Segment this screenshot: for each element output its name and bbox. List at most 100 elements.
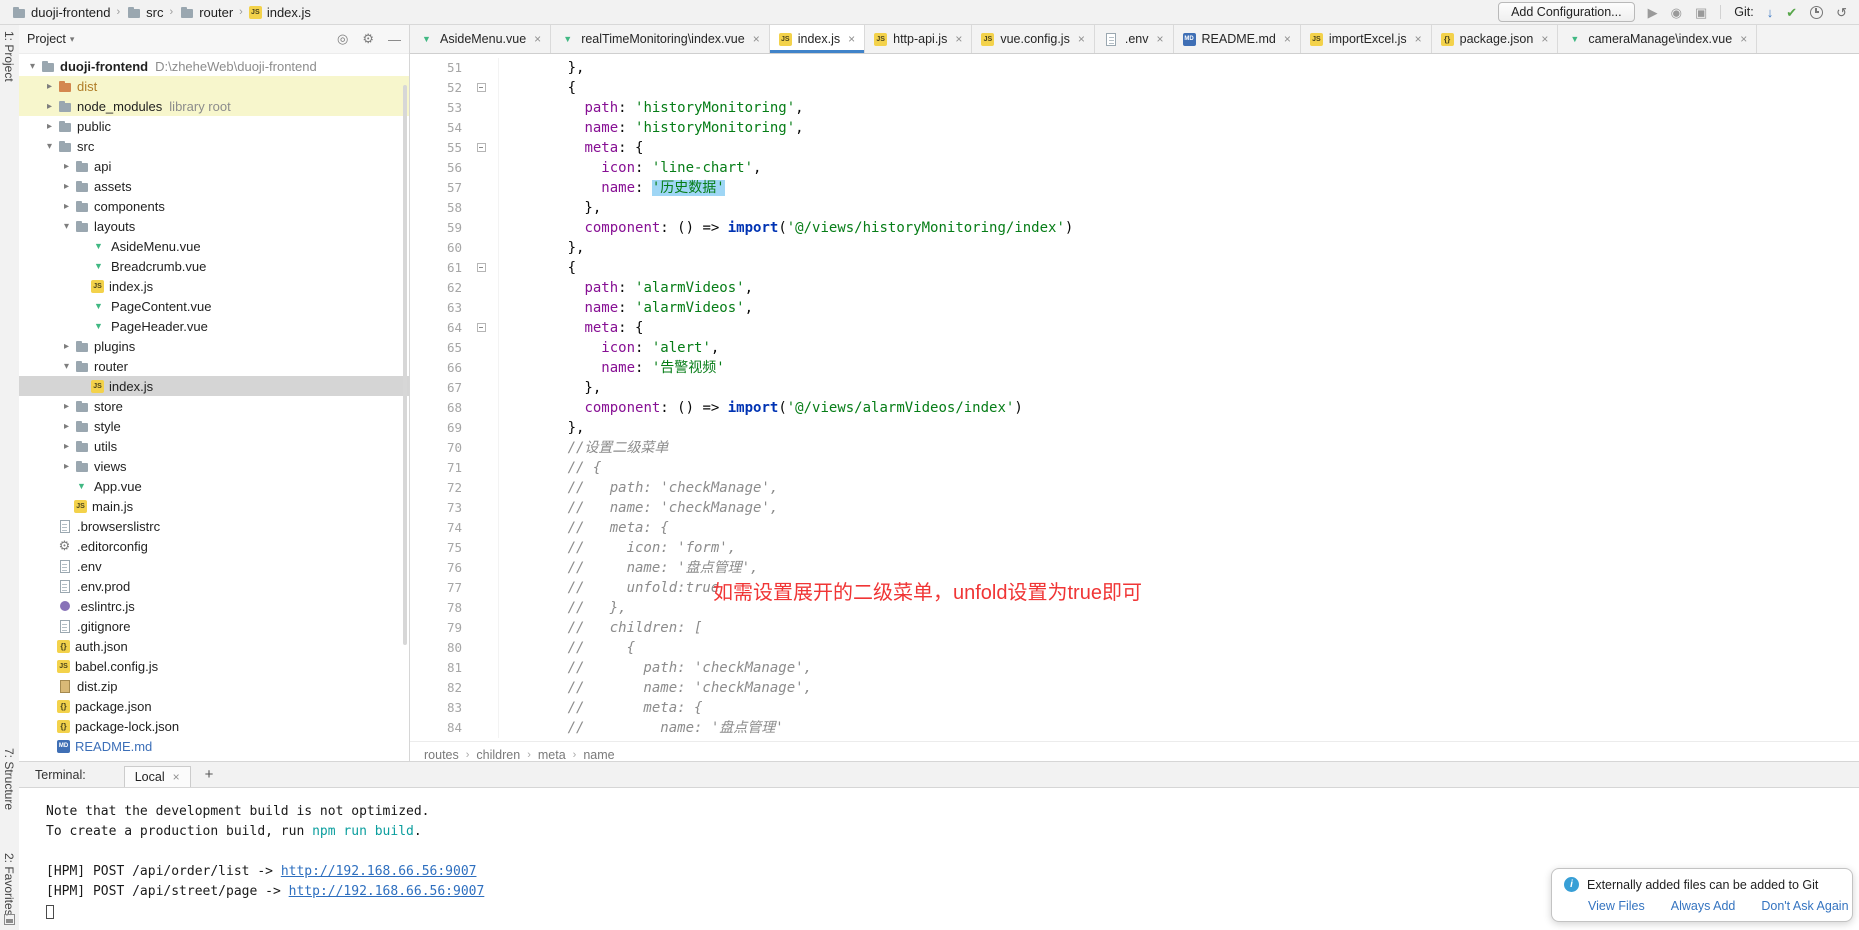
chevron-expanded-icon[interactable]: ▾ [59, 221, 74, 232]
editor-tab[interactable]: cameraManage\index.vue× [1558, 25, 1757, 53]
project-tree-item[interactable]: main.js [19, 496, 409, 516]
editor-breadcrumb-item[interactable]: routes [424, 748, 459, 762]
chevron-expanded-icon[interactable]: ▾ [59, 361, 74, 372]
project-tree-item[interactable]: ▸views [19, 456, 409, 476]
vcs-revert-icon[interactable]: ↺ [1836, 6, 1847, 19]
terminal-tab-local[interactable]: Local × [124, 766, 191, 787]
tool-stripe-project[interactable]: 1: Project [2, 31, 16, 82]
fold-marker-icon[interactable] [468, 258, 499, 278]
breadcrumb-item[interactable]: duoji-frontend [8, 4, 114, 21]
project-tree-item[interactable]: Breadcrumb.vue [19, 256, 409, 276]
project-tree-item[interactable]: .editorconfig [19, 536, 409, 556]
project-tree-item[interactable]: ▸assets [19, 176, 409, 196]
project-tree-item[interactable]: ▾router [19, 356, 409, 376]
project-tree-item[interactable]: package-lock.json [19, 716, 409, 736]
editor-breadcrumb-item[interactable]: children [476, 748, 520, 762]
project-tree-item[interactable]: package.json [19, 696, 409, 716]
project-tree-item[interactable]: .gitignore [19, 616, 409, 636]
project-tree-item[interactable]: dist.zip [19, 676, 409, 696]
settings-gear-icon[interactable]: ⚙ [362, 31, 374, 47]
editor-tab[interactable]: importExcel.js× [1301, 25, 1432, 53]
project-tree-item[interactable]: ▸dist [19, 76, 409, 96]
notification-action[interactable]: Always Add [1671, 899, 1736, 913]
editor-tab[interactable]: vue.config.js× [972, 25, 1095, 53]
breadcrumb-item[interactable]: index.js [246, 4, 314, 21]
project-tree-item[interactable]: auth.json [19, 636, 409, 656]
chevron-expanded-icon[interactable]: ▾ [42, 141, 57, 152]
close-icon[interactable]: × [1156, 32, 1163, 46]
project-tree-item[interactable]: ▸node_moduleslibrary root [19, 96, 409, 116]
notification-action[interactable]: Don't Ask Again [1761, 899, 1848, 913]
close-icon[interactable]: × [848, 32, 855, 46]
terminal-link[interactable]: http://192.168.66.56:9007 [289, 884, 485, 899]
breadcrumb-item[interactable]: router [176, 4, 236, 21]
debug-icon[interactable]: ◉ [1671, 6, 1682, 19]
vcs-update-icon[interactable]: ↓ [1767, 6, 1774, 19]
project-tree-item[interactable]: ▸public [19, 116, 409, 136]
chevron-collapsed-icon[interactable]: ▸ [59, 201, 74, 212]
notification-action[interactable]: View Files [1588, 899, 1645, 913]
new-terminal-button[interactable]: + [205, 766, 214, 783]
project-tree-item[interactable]: .eslintrc.js [19, 596, 409, 616]
editor-tab[interactable]: realTimeMonitoring\index.vue× [551, 25, 770, 53]
project-tree-item[interactable]: .env [19, 556, 409, 576]
locate-file-icon[interactable]: ◎ [337, 31, 348, 47]
fold-marker-icon[interactable] [468, 78, 499, 98]
close-icon[interactable]: × [1415, 32, 1422, 46]
vcs-commit-icon[interactable]: ✔ [1786, 6, 1797, 19]
project-tree-item[interactable]: ▾duoji-frontendD:\zheheWeb\duoji-fronten… [19, 56, 409, 76]
project-tree-item[interactable]: ▾src [19, 136, 409, 156]
project-tree-item[interactable]: index.js [19, 376, 409, 396]
close-icon[interactable]: × [753, 32, 760, 46]
chevron-collapsed-icon[interactable]: ▸ [42, 101, 57, 112]
code-editor[interactable]: 51 },52 {53 path: 'historyMonitoring',54… [410, 54, 1859, 741]
chevron-collapsed-icon[interactable]: ▸ [42, 121, 57, 132]
close-icon[interactable]: × [534, 32, 541, 46]
project-tree-item[interactable]: App.vue [19, 476, 409, 496]
tool-stripe-favorites[interactable]: 2: Favorites [2, 853, 16, 916]
run-icon[interactable]: ▶ [1648, 6, 1658, 19]
editor-tab[interactable]: .env× [1095, 25, 1174, 53]
chevron-collapsed-icon[interactable]: ▸ [59, 441, 74, 452]
vcs-history-icon[interactable] [1810, 6, 1823, 19]
close-icon[interactable]: × [1078, 32, 1085, 46]
project-tree-item[interactable]: index.js [19, 276, 409, 296]
editor-tab[interactable]: AsideMenu.vue× [410, 25, 551, 53]
tool-stripe-structure[interactable]: 7: Structure [2, 748, 16, 810]
coverage-icon[interactable]: ▣ [1695, 6, 1707, 19]
project-tree-item[interactable]: ▸components [19, 196, 409, 216]
chevron-collapsed-icon[interactable]: ▸ [59, 461, 74, 472]
fold-marker-icon[interactable] [468, 138, 499, 158]
project-tree-item[interactable]: .browserslistrc [19, 516, 409, 536]
chevron-collapsed-icon[interactable]: ▸ [59, 161, 74, 172]
chevron-collapsed-icon[interactable]: ▸ [59, 341, 74, 352]
project-tree-item[interactable]: ▸plugins [19, 336, 409, 356]
chevron-collapsed-icon[interactable]: ▸ [59, 181, 74, 192]
tool-windows-toggle-icon[interactable] [4, 914, 15, 925]
fold-marker-icon[interactable] [468, 318, 499, 338]
project-tree-item[interactable]: ▸utils [19, 436, 409, 456]
editor-tab[interactable]: http-api.js× [865, 25, 972, 53]
chevron-collapsed-icon[interactable]: ▸ [42, 81, 57, 92]
editor-tab[interactable]: index.js× [770, 25, 865, 53]
chevron-collapsed-icon[interactable]: ▸ [59, 421, 74, 432]
close-icon[interactable]: × [1740, 32, 1747, 46]
hide-panel-icon[interactable]: — [388, 32, 401, 47]
project-tree-item[interactable]: AsideMenu.vue [19, 236, 409, 256]
project-tree-item[interactable]: ▸store [19, 396, 409, 416]
add-configuration-button[interactable]: Add Configuration... [1498, 2, 1635, 22]
editor-breadcrumb-item[interactable]: name [583, 748, 614, 762]
chevron-collapsed-icon[interactable]: ▸ [59, 401, 74, 412]
project-scrollbar[interactable] [403, 85, 407, 645]
close-icon[interactable]: × [1541, 32, 1548, 46]
project-tree-item[interactable]: .env.prod [19, 576, 409, 596]
project-view-selector[interactable]: Project [27, 32, 66, 46]
project-tree-item[interactable]: README.md [19, 736, 409, 756]
editor-breadcrumb-item[interactable]: meta [538, 748, 566, 762]
project-tree-item[interactable]: PageHeader.vue [19, 316, 409, 336]
terminal-link[interactable]: http://192.168.66.56:9007 [281, 864, 477, 879]
close-icon[interactable]: × [955, 32, 962, 46]
close-icon[interactable]: × [1284, 32, 1291, 46]
project-tree-item[interactable]: PageContent.vue [19, 296, 409, 316]
breadcrumb-item[interactable]: src [123, 4, 166, 21]
